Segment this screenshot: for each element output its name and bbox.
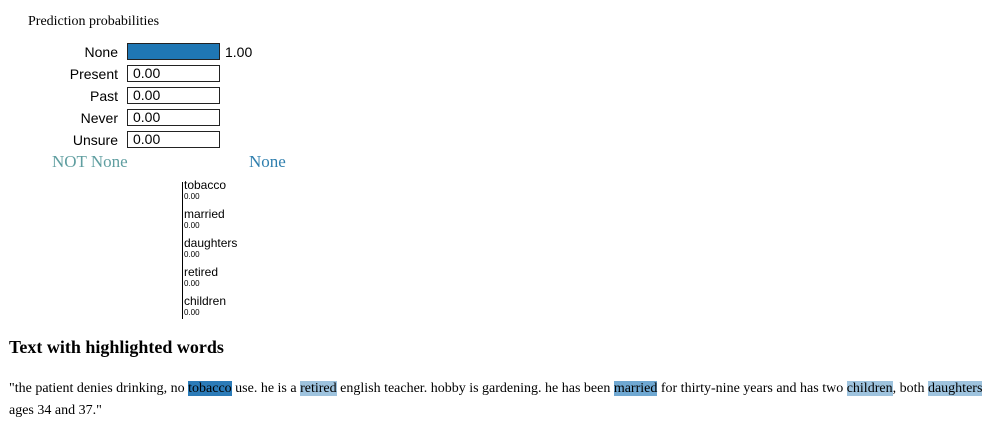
prediction-title: Prediction probabilities: [28, 14, 160, 29]
text-segment: "the patient denies drinking, no: [9, 381, 189, 396]
prob-value-label: 0.00: [133, 131, 161, 147]
highlighted-word: daughters: [927, 381, 983, 396]
highlighted-word: married: [613, 381, 658, 396]
feature-item: married 0.00: [184, 207, 225, 230]
prob-value-label: 0.00: [133, 109, 161, 125]
prob-bar-box: [127, 43, 220, 60]
text-section-heading: Text with highlighted words: [9, 337, 224, 357]
feature-weight: 0.00: [184, 279, 200, 288]
feature-item: children 0.00: [184, 294, 226, 317]
prob-value-label: 0.00: [133, 65, 161, 81]
highlighted-text: "the patient denies drinking, no tobacco…: [9, 378, 999, 422]
feature-name: tobacco: [184, 178, 227, 192]
feature-name: children: [184, 294, 227, 308]
prob-category-label: Present: [69, 66, 118, 82]
negative-class-label: NOT None: [52, 152, 128, 171]
highlighted-word: children: [846, 381, 893, 396]
highlighted-word: tobacco: [188, 381, 232, 396]
prob-category-label: Unsure: [72, 132, 118, 148]
prob-bar-box: 0.00: [127, 131, 220, 148]
text-segment: for thirty-nine years and has two: [657, 381, 847, 396]
feature-weight: 0.00: [184, 250, 200, 259]
prob-category-label: Past: [89, 88, 118, 104]
feature-weight: 0.00: [184, 192, 200, 201]
feature-weight: 0.00: [184, 308, 200, 317]
prob-bar-box: 0.00: [127, 87, 220, 104]
feature-item: daughters 0.00: [184, 236, 237, 259]
prob-bar: [128, 44, 219, 59]
highlighted-word: retired: [300, 381, 337, 396]
prob-category-label: Never: [80, 110, 118, 126]
prob-bar-box: 0.00: [127, 109, 220, 126]
text-segment: english teacher. hobby is gardening. he …: [336, 381, 614, 396]
feature-item: retired 0.00: [184, 265, 218, 288]
feature-weight-axis: [182, 182, 183, 319]
feature-weight: 0.00: [184, 221, 200, 230]
prob-value-label: 1.00: [225, 44, 253, 60]
feature-name: retired: [184, 265, 219, 279]
prob-bar-box: 0.00: [127, 65, 220, 82]
text-segment: , both: [892, 381, 928, 396]
prob-value-label: 0.00: [133, 87, 161, 103]
feature-name: daughters: [184, 236, 238, 250]
text-segment: use. he is a: [231, 381, 301, 396]
feature-name: married: [184, 207, 225, 221]
prob-category-label: None: [84, 44, 118, 60]
text-segment: ages 34 and 37.": [9, 403, 102, 418]
positive-class-label: None: [249, 152, 286, 171]
feature-item: tobacco 0.00: [184, 178, 226, 201]
